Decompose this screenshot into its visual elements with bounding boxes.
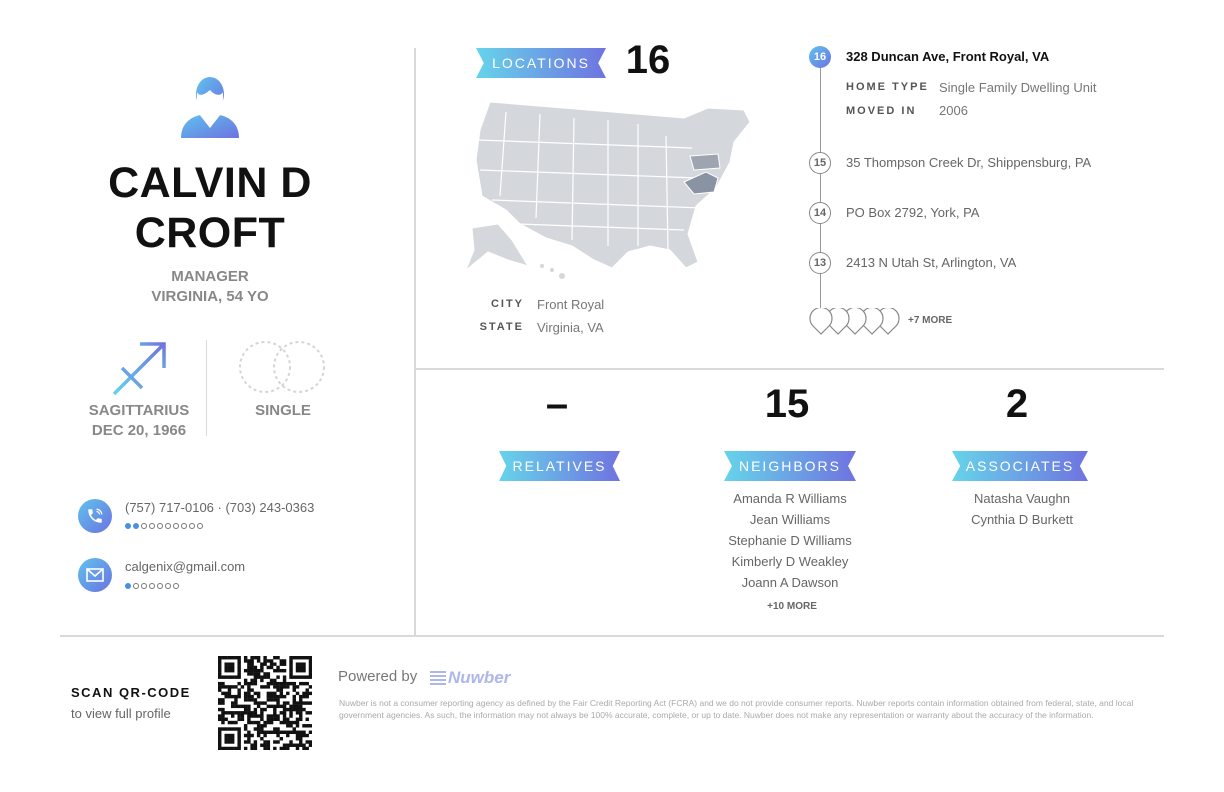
email-address[interactable]: calgenix@gmail.com — [125, 559, 245, 574]
phone-icon[interactable] — [78, 499, 112, 533]
count-dot — [125, 523, 131, 529]
count-dot — [165, 523, 171, 529]
associate-name[interactable]: Natasha Vaughn — [922, 488, 1122, 509]
single-rings-icon — [237, 340, 327, 396]
current-address[interactable]: 328 Duncan Ave, Front Royal, VA — [846, 49, 1049, 64]
count-dot — [125, 583, 131, 589]
count-dot — [165, 583, 171, 589]
city-key: CITY — [490, 298, 524, 310]
count-dot — [157, 523, 163, 529]
more-neighbors-link[interactable]: +10 MORE — [742, 601, 842, 612]
timeline-badge-current: 16 — [809, 46, 831, 68]
more-locations-link[interactable]: +7 MORE — [908, 315, 952, 326]
count-dot — [197, 523, 203, 529]
count-dot — [181, 523, 187, 529]
moved-in-key: MOVED IN — [846, 105, 917, 117]
locations-label: LOCATIONS — [476, 48, 606, 78]
legal-disclaimer: Nuwber is not a consumer reporting agenc… — [339, 698, 1134, 720]
qr-code[interactable] — [218, 656, 313, 751]
timeline-badge: 15 — [809, 152, 831, 174]
sagittarius-icon — [110, 340, 168, 398]
timeline-badge: 14 — [809, 202, 831, 224]
occupation: MANAGER — [171, 268, 249, 285]
brand-name: Nuwber — [448, 668, 511, 687]
person-last-name: CROFT — [134, 209, 286, 257]
count-dot — [133, 523, 139, 529]
highlighted-state-pennsylvania — [689, 153, 721, 171]
scan-qr-title: SCAN QR-CODE — [71, 685, 191, 700]
zodiac-sign: SAGITTARIUS — [88, 402, 190, 419]
count-dot — [149, 523, 155, 529]
count-dot — [141, 583, 147, 589]
neighbors-list: Amanda R Williams Jean Williams Stephani… — [690, 488, 890, 593]
moved-in-value: 2006 — [939, 103, 968, 118]
count-dot — [141, 523, 147, 529]
neighbor-name[interactable]: Jean Williams — [690, 509, 890, 530]
city-value: Front Royal — [537, 297, 605, 312]
home-type-value: Single Family Dwelling Unit — [939, 80, 1097, 95]
associates-list: Natasha Vaughn Cynthia D Burkett — [922, 488, 1122, 530]
previous-address[interactable]: 2413 N Utah St, Arlington, VA — [846, 255, 1016, 270]
neighbors-count: 15 — [764, 382, 810, 426]
timeline-badge: 13 — [809, 252, 831, 274]
associate-name[interactable]: Cynthia D Burkett — [922, 509, 1122, 530]
location-age: VIRGINIA, 54 YO — [151, 288, 269, 305]
nuwber-logo[interactable]: Nuwber — [430, 668, 510, 688]
count-dot — [133, 583, 139, 589]
count-dot — [149, 583, 155, 589]
phone-numbers[interactable]: (757) 717-0106 · (703) 243-0363 — [125, 500, 314, 515]
nuwber-logo-icon — [430, 671, 446, 685]
neighbor-name[interactable]: Joann A Dawson — [690, 572, 890, 593]
column-divider — [414, 48, 416, 636]
locations-count: 16 — [625, 38, 671, 82]
section-divider — [416, 368, 1164, 370]
email-count-dots — [125, 583, 179, 589]
timeline-line — [820, 68, 821, 314]
email-icon[interactable] — [78, 558, 112, 592]
relatives-count: – — [545, 382, 569, 426]
person-avatar-icon — [179, 70, 241, 140]
count-dot — [189, 523, 195, 529]
associates-label: ASSOCIATES — [952, 451, 1088, 481]
marital-status: SINGLE — [255, 402, 311, 419]
count-dot — [157, 583, 163, 589]
person-first-name: CALVIN D — [108, 159, 312, 207]
neighbor-name[interactable]: Amanda R Williams — [690, 488, 890, 509]
home-type-key: HOME TYPE — [846, 81, 929, 93]
powered-by-text: Powered by — [338, 668, 418, 685]
footer-divider — [60, 635, 1164, 637]
neighbors-label: NEIGHBORS — [724, 451, 856, 481]
scan-qr-subtitle: to view full profile — [71, 706, 171, 721]
count-dot — [173, 523, 179, 529]
phone-count-dots — [125, 523, 203, 529]
previous-address[interactable]: 35 Thompson Creek Dr, Shippensburg, PA — [846, 155, 1091, 170]
associates-count: 2 — [1005, 382, 1029, 426]
neighbor-name[interactable]: Kimberly D Weakley — [690, 551, 890, 572]
state-key: STATE — [479, 321, 524, 333]
count-dot — [173, 583, 179, 589]
relatives-label: RELATIVES — [499, 451, 620, 481]
attribute-divider — [206, 340, 207, 436]
birth-date: DEC 20, 1966 — [91, 422, 187, 439]
previous-address[interactable]: PO Box 2792, York, PA — [846, 205, 979, 220]
neighbor-name[interactable]: Stephanie D Williams — [690, 530, 890, 551]
more-locations-pins-icon — [808, 306, 904, 338]
us-map — [462, 100, 752, 282]
state-value: Virginia, VA — [537, 320, 604, 335]
